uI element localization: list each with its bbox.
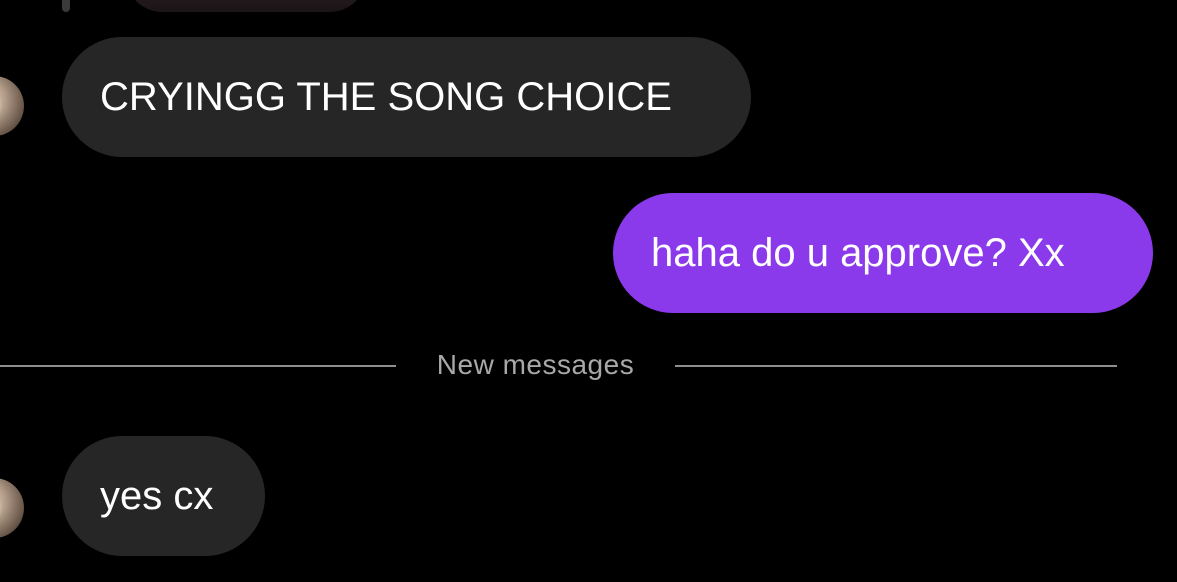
message-text: haha do u approve? Xx: [651, 231, 1065, 275]
message-thread: CRYINGG THE SONG CHOICE haha do u approv…: [0, 0, 1177, 582]
incoming-message-bubble[interactable]: yes cx: [62, 436, 265, 556]
avatar[interactable]: [0, 478, 24, 538]
message-text: yes cx: [100, 474, 214, 518]
new-messages-divider: New messages: [0, 345, 1177, 389]
divider-line-right: [675, 365, 1117, 367]
incoming-message-bubble[interactable]: CRYINGG THE SONG CHOICE: [62, 37, 751, 157]
shared-media-preview[interactable]: [126, 0, 366, 12]
outgoing-message-bubble[interactable]: haha do u approve? Xx: [613, 193, 1153, 313]
thread-edge-marker: [62, 0, 70, 12]
divider-label: New messages: [436, 349, 635, 380]
avatar[interactable]: [0, 76, 24, 136]
message-text: CRYINGG THE SONG CHOICE: [100, 75, 672, 119]
divider-line-left: [0, 365, 396, 367]
